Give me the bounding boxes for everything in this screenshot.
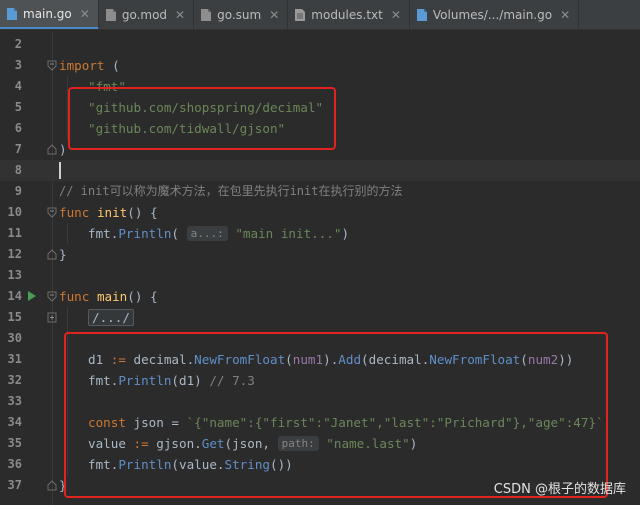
function-name: main — [96, 289, 128, 304]
line-number: 31 — [7, 352, 22, 366]
code-text: () { — [127, 289, 158, 304]
line-number: 32 — [7, 373, 22, 387]
tab-go-sum[interactable]: go.sum ✕ — [194, 0, 289, 29]
code-text: ( — [171, 226, 180, 241]
string-literal: "main init..." — [235, 226, 342, 241]
code-editor[interactable]: 2 3 import ( 4 "fmt" 5 "github.com/shops… — [0, 31, 640, 505]
line-number: 37 — [7, 478, 22, 492]
tab-volumes-main-go[interactable]: Volumes/.../main.go ✕ — [410, 0, 580, 29]
close-icon[interactable]: ✕ — [269, 8, 279, 22]
line-number: 3 — [14, 58, 22, 72]
code-text: ) — [341, 226, 350, 241]
line-number: 6 — [14, 121, 22, 135]
folded-code-block[interactable]: /.../ — [88, 309, 134, 326]
line-number: 15 — [7, 310, 22, 324]
fold-close-icon[interactable] — [47, 144, 57, 155]
code-text: } — [59, 247, 67, 262]
tab-go-mod[interactable]: go.mod ✕ — [99, 0, 195, 29]
code-line: 14 func main() { — [0, 286, 640, 307]
code-text: ( — [104, 58, 120, 73]
text-cursor — [59, 162, 61, 179]
line-number: 14 — [7, 289, 22, 303]
editor-tab-bar: main.go ✕ go.mod ✕ go.sum ✕ modules.txt … — [0, 0, 640, 30]
close-icon[interactable]: ✕ — [560, 8, 570, 22]
indent-guide — [67, 307, 68, 328]
close-icon[interactable]: ✕ — [80, 7, 90, 21]
code-line: 12 } — [0, 244, 640, 265]
indent-guide — [67, 223, 68, 244]
tab-label: Volumes/.../main.go — [432, 8, 553, 22]
code-line: 15 /.../ — [0, 307, 640, 328]
line-number: 35 — [7, 436, 22, 450]
line-number: 33 — [7, 394, 22, 408]
parameter-hint: a...: — [186, 226, 228, 241]
watermark: CSDN @根子的数据库 — [493, 482, 626, 497]
code-line-current: 8 — [0, 160, 640, 181]
line-number: 34 — [7, 415, 22, 429]
line-number: 4 — [14, 79, 22, 93]
code-text: () { — [127, 205, 158, 220]
tab-label: go.sum — [217, 8, 262, 22]
fold-close-icon[interactable] — [47, 480, 57, 491]
text-file-icon — [295, 9, 306, 21]
highlight-box-usage — [64, 332, 608, 498]
line-number: 10 — [7, 205, 22, 219]
keyword: func — [59, 205, 90, 220]
code-line: 13 — [0, 265, 640, 286]
go-mod-file-icon — [105, 9, 116, 21]
run-icon[interactable] — [28, 291, 36, 301]
code-line: 11 fmt.Println( a...: "main init...") — [0, 223, 640, 244]
go-sum-file-icon — [201, 9, 212, 21]
function-name: init — [96, 205, 128, 220]
code-line: 3 import ( — [0, 55, 640, 76]
line-number: 30 — [7, 331, 22, 345]
line-number: 8 — [14, 163, 22, 177]
fold-open-icon[interactable] — [47, 60, 57, 71]
line-number: 9 — [14, 184, 22, 198]
fold-expand-icon[interactable] — [47, 312, 57, 323]
line-number: 7 — [14, 142, 22, 156]
code-text: ) — [59, 142, 67, 157]
line-number: 11 — [7, 226, 22, 240]
code-line: 10 func init() { — [0, 202, 640, 223]
keyword: func — [59, 289, 90, 304]
highlight-box-imports — [68, 87, 336, 150]
close-icon[interactable]: ✕ — [175, 8, 185, 22]
line-number: 13 — [7, 268, 22, 282]
fold-close-icon[interactable] — [47, 249, 57, 260]
tab-main-go[interactable]: main.go ✕ — [0, 0, 99, 29]
line-number: 5 — [14, 100, 22, 114]
keyword: import — [59, 58, 105, 73]
code-line: 9 // init可以称为魔术方法，在包里先执行init在执行别的方法 — [0, 181, 640, 202]
go-file-icon — [416, 9, 427, 21]
fold-open-icon[interactable] — [47, 291, 57, 302]
tab-modules-txt[interactable]: modules.txt ✕ — [288, 0, 410, 29]
close-icon[interactable]: ✕ — [391, 8, 401, 22]
tab-label: main.go — [23, 6, 72, 21]
code-text: fmt. — [88, 226, 119, 241]
tab-label: modules.txt — [311, 8, 383, 22]
method-call: Println — [118, 226, 172, 241]
tab-label: go.mod — [121, 8, 168, 22]
fold-open-icon[interactable] — [47, 207, 57, 218]
go-file-icon — [7, 7, 17, 20]
line-number: 2 — [14, 37, 22, 51]
code-line: 2 — [0, 34, 640, 55]
line-number: 12 — [7, 247, 22, 261]
code-comment: // init可以称为魔术方法，在包里先执行init在执行别的方法 — [59, 184, 403, 198]
line-number: 36 — [7, 457, 22, 471]
